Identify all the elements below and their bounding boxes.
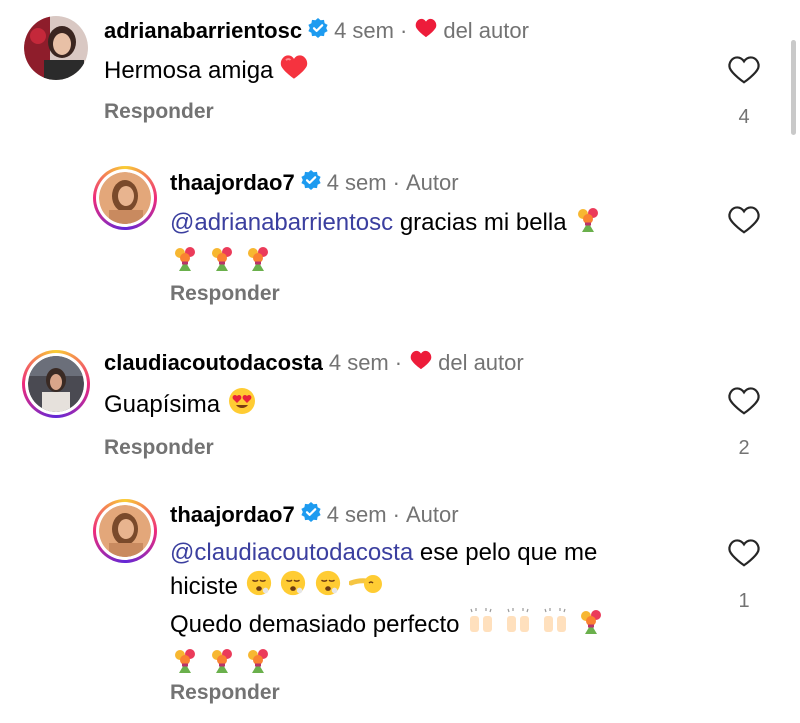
like-heart-icon[interactable]: [727, 538, 761, 568]
like-count: 2: [738, 437, 750, 459]
comment-username[interactable]: claudiacoutodacosta: [104, 350, 323, 376]
comment-username[interactable]: thaajordao7: [170, 502, 295, 528]
bouquet-emoji: [573, 204, 603, 243]
raised-hands-emoji: [466, 606, 496, 645]
avatar-photo: [28, 356, 84, 412]
comment-username[interactable]: adrianabarrientosc: [104, 18, 302, 44]
avatar-photo: [99, 505, 151, 557]
liked-by-author-label: del autor: [438, 350, 524, 375]
separator-dot: ·: [392, 170, 400, 195]
verified-badge-icon: [301, 502, 321, 528]
verified-badge-icon: [301, 170, 321, 196]
bouquet-emoji: [243, 243, 273, 282]
scrollbar[interactable]: [791, 40, 796, 135]
separator-dot: ·: [392, 502, 400, 527]
avatar[interactable]: [24, 16, 88, 80]
reply-button[interactable]: Responder: [104, 436, 214, 460]
author-label: Autor: [405, 502, 459, 527]
like-heart-icon[interactable]: [727, 205, 761, 235]
avatar[interactable]: [22, 350, 90, 418]
reply-button[interactable]: Responder: [104, 100, 214, 124]
bouquet-emoji: [207, 645, 237, 684]
comment-text-content: Hermosa amiga: [104, 56, 274, 84]
comment-time: 4 sem: [328, 350, 389, 375]
like-count: 1: [738, 590, 750, 612]
exhaling-face-emoji: [314, 569, 342, 606]
comment-time: 4 sem: [334, 18, 394, 43]
avatar[interactable]: [93, 166, 157, 230]
bouquet-emoji: [170, 243, 200, 282]
like-count: 4: [738, 106, 750, 128]
avatar-photo: [99, 172, 151, 224]
comment-text-content: gracias mi bella: [399, 208, 567, 236]
liked-by-author-heart-icon: [415, 18, 437, 44]
bouquet-emoji: [243, 645, 273, 684]
bouquet-emoji: [170, 645, 200, 684]
comment-text-line2: hiciste: [170, 572, 239, 600]
comment-text-line3: Quedo demasiado perfecto: [170, 610, 460, 638]
comment-text: Guapísima: [104, 386, 257, 425]
exhaling-face-emoji: [245, 569, 273, 606]
reply-button[interactable]: Responder: [170, 282, 280, 306]
like-heart-icon[interactable]: [727, 55, 761, 85]
red-heart-emoji: [280, 54, 308, 89]
liked-by-author-label: del autor: [443, 18, 529, 43]
bouquet-emoji: [576, 606, 606, 645]
separator-dot: ·: [400, 18, 408, 43]
comment-username[interactable]: thaajordao7: [170, 170, 295, 196]
comment-time: 4 sem: [326, 502, 387, 527]
comment-text-line1: ese pelo que me: [419, 539, 598, 566]
comment-text: Hermosa amiga: [104, 54, 308, 89]
avatar-photo: [24, 16, 88, 80]
comment-text-content: Guapísima: [104, 390, 221, 418]
raised-hands-emoji: [540, 606, 570, 645]
author-label: Autor: [405, 170, 459, 195]
avatar[interactable]: [93, 499, 157, 563]
reply-button[interactable]: Responder: [170, 681, 280, 705]
mention-link[interactable]: @claudiacoutodacosta: [170, 539, 413, 566]
exhaling-face-emoji: [279, 569, 307, 606]
mention-link[interactable]: @adrianabarrientosc: [170, 209, 393, 236]
liked-by-author-heart-icon: [410, 350, 432, 376]
like-heart-icon[interactable]: [727, 386, 761, 416]
comment-text: @adrianabarrientosc gracias mi bella: [170, 204, 690, 282]
comment-text: @claudiacoutodacosta ese pelo que me hic…: [170, 537, 690, 684]
bouquet-emoji: [207, 243, 237, 282]
verified-badge-icon: [308, 18, 328, 44]
separator-dot: ·: [394, 350, 403, 375]
pointing-hand-emoji: [348, 569, 383, 606]
raised-hands-emoji: [503, 606, 533, 645]
heart-eyes-emoji: [227, 386, 257, 425]
comment-time: 4 sem: [326, 170, 387, 195]
